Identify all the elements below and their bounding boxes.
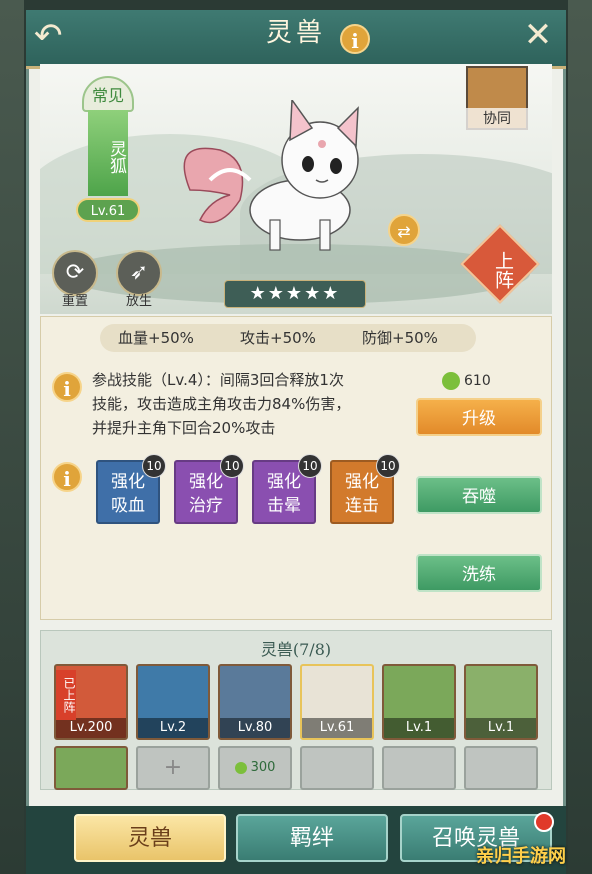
- deployed-tag: 已上阵: [56, 670, 76, 720]
- devour-button[interactable]: 吞噬: [416, 476, 542, 514]
- pet-card[interactable]: Lv.1: [464, 664, 538, 740]
- pet-card-level: Lv.61: [302, 718, 372, 738]
- skill-line: 并提升主角下回合20%攻击: [92, 419, 276, 437]
- pet-level: Lv.61: [76, 198, 140, 222]
- rarity-label: 常见: [82, 76, 134, 112]
- roster-title: 灵兽(7/8): [260, 640, 332, 659]
- skill-description: 参战技能（Lv.4）：间隔3回合释放1次 技能，攻击造成主角攻击力84%伤害， …: [92, 368, 412, 440]
- tile-level-badge: 10: [298, 454, 322, 478]
- tile-line: 连击: [345, 496, 379, 516]
- deployed-tag-text: 已上阵: [62, 677, 76, 713]
- deploy-label: 上阵: [488, 246, 514, 294]
- enhance-lifesteal-tile[interactable]: 强化 吸血 10: [96, 454, 166, 524]
- page-title-text: 灵兽: [265, 18, 326, 48]
- tile-line: 治疗: [189, 496, 223, 516]
- pet-name: 灵狐: [88, 110, 128, 196]
- pet-card-level: Lv.80: [220, 718, 290, 738]
- rarity-banner: 常见 灵狐 Lv.61: [76, 76, 140, 226]
- locked-slot[interactable]: [382, 746, 456, 790]
- tab-bonds[interactable]: 羁绊: [236, 814, 388, 862]
- pet-name-text: 灵狐: [106, 140, 126, 174]
- background-left: [0, 0, 24, 874]
- pet-card[interactable]: Lv.2: [136, 664, 210, 740]
- pet-card-level: Lv.1: [384, 718, 454, 738]
- tile-level-badge: 10: [220, 454, 244, 478]
- unlock-cost: 300: [250, 760, 276, 775]
- switch-skin-button[interactable]: ⇄: [388, 214, 420, 246]
- locked-slot[interactable]: [300, 746, 374, 790]
- tile-line: 吸血: [111, 496, 145, 516]
- close-button[interactable]: ✕: [518, 16, 558, 56]
- skill-line: 技能，攻击造成主角攻击力84%伤害，: [92, 395, 351, 413]
- unlock-slot[interactable]: 300: [218, 746, 292, 790]
- star-rating: ★★★★★: [224, 280, 366, 308]
- tile-level-badge: 10: [142, 454, 166, 478]
- tile-line: 击晕: [267, 496, 301, 516]
- info-icon[interactable]: i: [340, 24, 370, 54]
- pet-card-level: Lv.1: [466, 718, 536, 738]
- refine-button[interactable]: 洗练: [416, 554, 542, 592]
- page-title: 灵兽: [0, 12, 592, 49]
- stat-hp: 血量+50%: [118, 329, 194, 347]
- pet-card[interactable]: Lv.80: [218, 664, 292, 740]
- deploy-label-text: 上阵: [492, 251, 514, 289]
- tile-level-badge: 10: [376, 454, 400, 478]
- site-watermark: 亲归手游网: [476, 846, 566, 867]
- release-label: 放生: [125, 294, 152, 309]
- bird-icon: ➶: [129, 260, 149, 285]
- pet-card[interactable]: Lv.200 已上阵: [54, 664, 128, 740]
- empty-slot[interactable]: +: [136, 746, 210, 790]
- enhance-info-icon[interactable]: i: [52, 462, 82, 492]
- locked-slot[interactable]: [464, 746, 538, 790]
- material-icon: [442, 372, 460, 390]
- reset-label: 重置: [61, 294, 88, 309]
- pet-card[interactable]: Lv.1: [382, 664, 456, 740]
- pet-card-level: Lv.200: [56, 718, 126, 738]
- enhance-heal-tile[interactable]: 强化 治疗 10: [174, 454, 244, 524]
- enhance-stun-tile[interactable]: 强化 击晕 10: [252, 454, 322, 524]
- stat-defense: 防御+50%: [362, 329, 438, 347]
- collab-label: 协同: [466, 108, 528, 130]
- pet-card[interactable]: [54, 746, 128, 790]
- background-right: [568, 0, 592, 874]
- pet-creature-image: [183, 100, 359, 251]
- enhance-combo-tile[interactable]: 强化 连击 10: [330, 454, 400, 524]
- tab-pets[interactable]: 灵兽: [74, 814, 226, 862]
- upgrade-button[interactable]: 升级: [416, 398, 542, 436]
- pet-card-selected[interactable]: Lv.61: [300, 664, 374, 740]
- upgrade-cost: 610: [442, 372, 512, 390]
- pet-card-level: Lv.2: [138, 718, 208, 738]
- upgrade-cost-value: 610: [464, 373, 491, 389]
- stat-attack: 攻击+50%: [240, 329, 316, 347]
- skill-line: 参战技能（Lv.4）：间隔3回合释放1次: [92, 371, 344, 389]
- notification-dot: [534, 812, 554, 832]
- refresh-icon: ⟳: [65, 260, 85, 285]
- material-icon: [234, 761, 247, 774]
- skill-info-icon[interactable]: i: [52, 372, 82, 402]
